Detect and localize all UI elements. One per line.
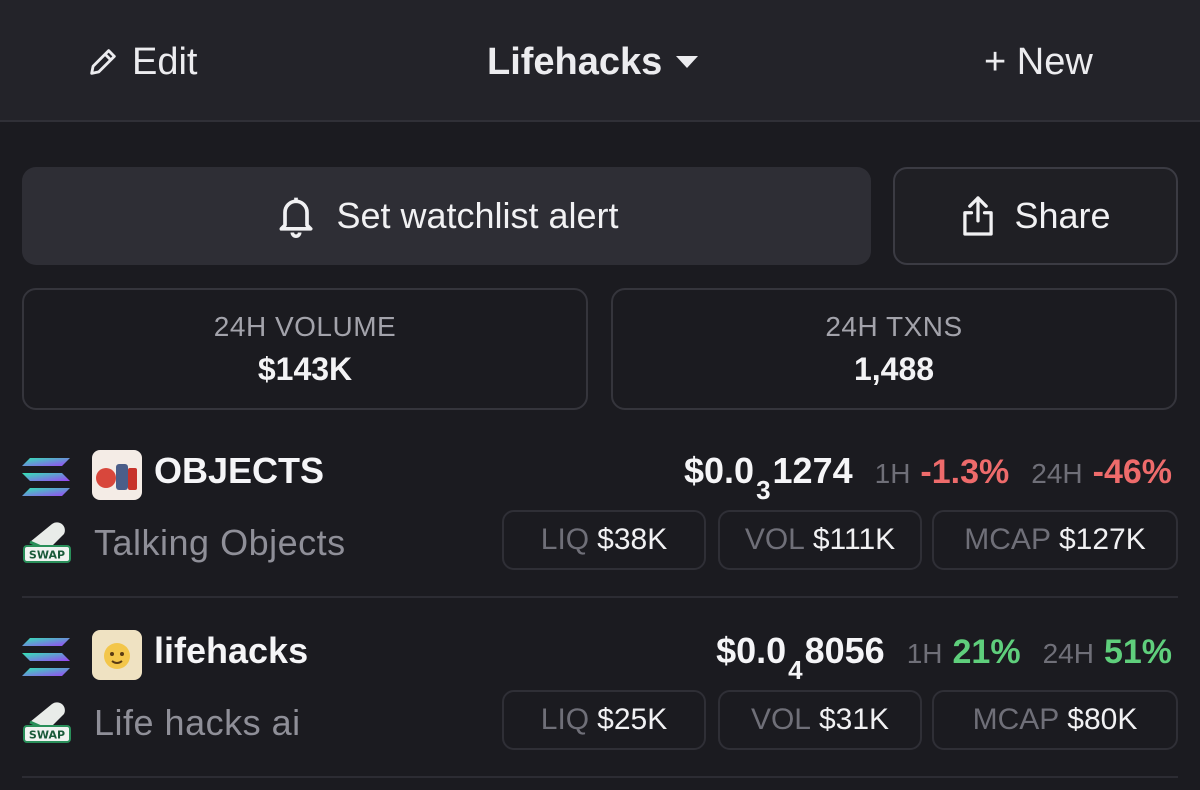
row-divider (22, 596, 1178, 598)
new-label: + New (984, 40, 1093, 83)
watchlist-selector[interactable]: Lifehacks (487, 38, 700, 86)
bell-icon (274, 192, 318, 240)
set-alert-button[interactable]: Set watchlist alert (22, 167, 871, 265)
liquidity-label: LIQ (540, 523, 590, 556)
change-1h-label: 1H (874, 458, 911, 489)
volume-pill: VOL $111K (718, 510, 922, 570)
txns-stat-label: 24H TXNS (825, 310, 963, 342)
market-cap-label: MCAP (972, 703, 1060, 736)
change-24h-label: 24H (1031, 458, 1083, 489)
volume-pill: VOL $31K (718, 690, 922, 750)
swap-badge-text: SWAP (29, 729, 65, 742)
liquidity-pill: LIQ $38K (502, 510, 706, 570)
liquidity-value: $38K (597, 523, 668, 556)
token-price: $0.048056 (716, 630, 885, 686)
token-name: Life hacks ai (94, 702, 301, 743)
change-24h-value: 51% (1103, 633, 1172, 671)
watchlist-title: Lifehacks (487, 40, 663, 83)
token-image (92, 630, 142, 680)
liquidity-pill: LIQ $25K (502, 690, 706, 750)
token-symbol: lifehacks (154, 630, 309, 671)
change-24h-value: -46% (1092, 453, 1172, 491)
volume-label: VOL (750, 703, 811, 736)
solana-icon (22, 456, 72, 503)
txns-stat-value: 1,488 (853, 350, 935, 387)
token-price: $0.031274 (683, 450, 853, 506)
token-name: Talking Objects (94, 522, 346, 563)
pencil-icon (86, 45, 120, 79)
price-line: $0.048056 1H 21% 24H 51% (716, 630, 1172, 686)
swap-icon: SWAP (22, 700, 72, 749)
volume-value: $111K (812, 523, 896, 556)
share-icon (960, 194, 996, 238)
share-label: Share (1014, 195, 1111, 236)
market-cap-value: $80K (1067, 703, 1138, 736)
share-button[interactable]: Share (893, 167, 1178, 265)
txns-stat-card: 24H TXNS 1,488 (611, 288, 1177, 410)
token-image (92, 450, 142, 500)
market-cap-pill: MCAP $80K (932, 690, 1178, 750)
liquidity-value: $25K (597, 703, 668, 736)
change-1h-label: 1H (906, 638, 943, 669)
price-zero-count: 4 (788, 655, 803, 686)
token-row[interactable]: SWAP OBJECTS Talking Objects $0.031274 1… (0, 420, 1200, 600)
edit-label: Edit (132, 40, 198, 83)
market-cap-label: MCAP (964, 523, 1051, 556)
swap-icon: SWAP (22, 520, 72, 569)
market-cap-value: $127K (1058, 523, 1146, 556)
solana-icon (22, 636, 72, 683)
market-cap-pill: MCAP $127K (932, 510, 1178, 570)
price-zero-count: 3 (756, 475, 771, 506)
token-symbol: OBJECTS (154, 450, 325, 491)
change-1h-value: 21% (952, 633, 1021, 671)
volume-value: $31K (818, 703, 890, 736)
caret-down-icon (674, 54, 700, 70)
volume-stat-value: $143K (257, 350, 353, 387)
new-watchlist-button[interactable]: + New (984, 38, 1093, 86)
change-1h-value: -1.3% (920, 453, 1010, 491)
swap-badge-text: SWAP (29, 549, 65, 562)
set-alert-label: Set watchlist alert (336, 195, 619, 236)
volume-label: VOL (744, 523, 805, 556)
change-24h-label: 24H (1042, 638, 1094, 669)
liquidity-label: LIQ (540, 703, 590, 736)
top-bar: Edit Lifehacks + New (0, 0, 1200, 122)
volume-stat-card: 24H VOLUME $143K (22, 288, 588, 410)
token-row[interactable]: SWAP lifehacks Life hacks ai $0.048056 1… (0, 600, 1200, 780)
row-divider (22, 776, 1178, 778)
edit-button[interactable]: Edit (86, 38, 197, 86)
volume-stat-label: 24H VOLUME (213, 310, 397, 342)
price-line: $0.031274 1H -1.3% 24H -46% (683, 450, 1172, 506)
